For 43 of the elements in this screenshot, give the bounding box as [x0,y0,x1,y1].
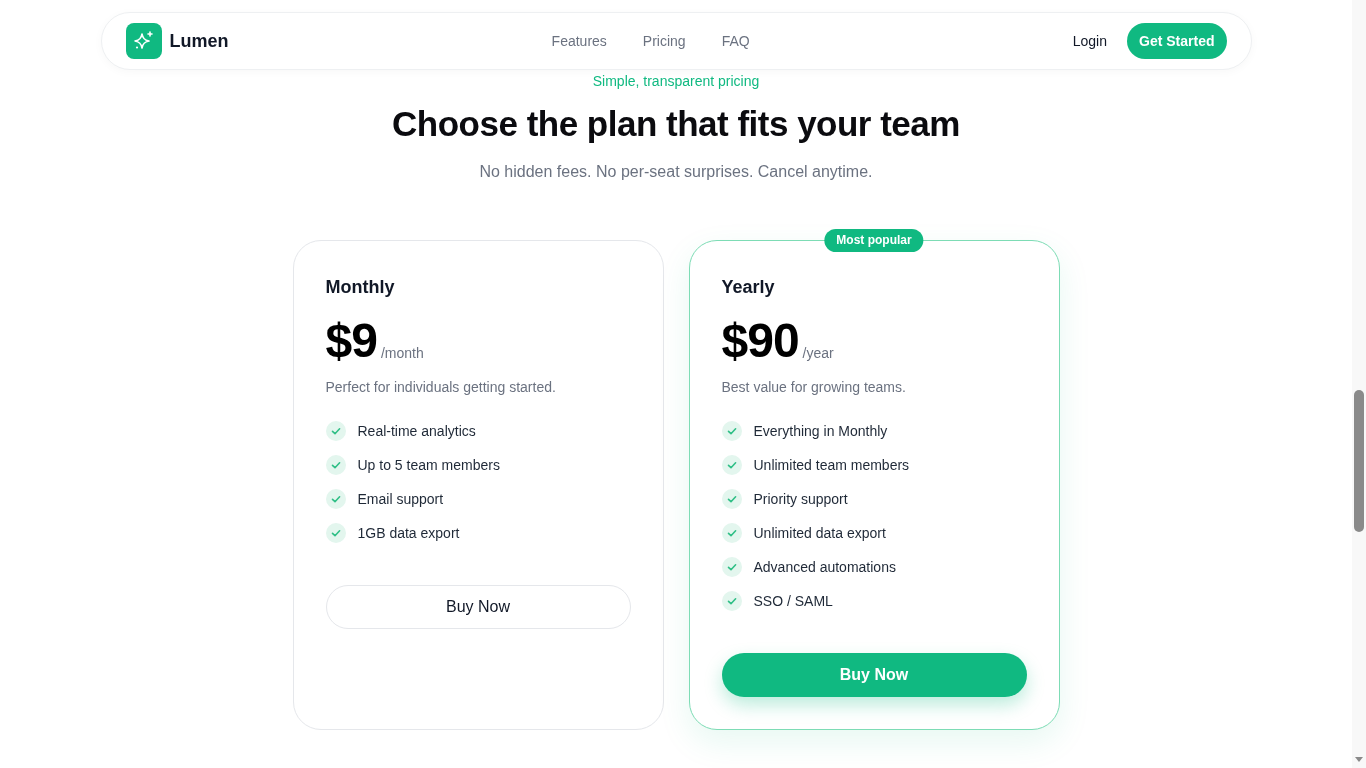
check-icon [325,455,346,475]
pricing-eyebrow: Simple, transparent pricing [592,72,760,91]
most-popular-badge: Most popular [824,229,924,252]
brand-name: Lumen [169,29,229,53]
check-icon [325,523,346,543]
plan-description: Perfect for individuals getting started. [325,378,557,397]
price-period: /year [802,344,834,363]
nav-link[interactable]: Features [551,30,607,52]
feature-text: Everything in Monthly [753,422,888,441]
plan-name: Yearly [721,276,776,299]
scroll-down-icon[interactable] [1355,757,1363,762]
buy-now-button[interactable]: Buy Now [325,585,631,629]
pricing-subtitle: No hidden fees. No per-seat surprises. Cancel anytime. [479,162,873,182]
get-started-button[interactable]: Get Started [1127,23,1227,59]
nav-link[interactable]: Pricing [642,30,686,52]
check-icon [721,489,742,509]
sparkle-icon [125,23,162,59]
buy-now-button[interactable]: Buy Now [721,653,1027,697]
feature-text: Email support [357,490,444,509]
plan-price: $9 [325,317,377,365]
pricing-heading: Choose the plan that fits your team [392,104,960,144]
check-icon [721,557,742,577]
check-icon [325,421,346,441]
scrollbar-thumb[interactable] [1354,390,1364,532]
check-icon [721,523,742,543]
plan-description: Best value for growing teams. [721,378,907,397]
feature-text: Real-time analytics [357,422,476,441]
login-link[interactable]: Login [1072,30,1108,52]
check-icon [721,421,742,441]
feature-text: Up to 5 team members [357,456,500,475]
feature-text: Advanced automations [753,558,896,577]
feature-text: 1GB data export [357,524,460,543]
feature-text: Priority support [753,490,848,509]
plan-price: $90 [721,317,799,365]
nav-link[interactable]: FAQ [721,30,750,52]
check-icon [721,455,742,475]
check-icon [721,591,742,611]
feature-text: Unlimited team members [753,456,910,475]
feature-text: Unlimited data export [753,524,886,543]
price-period: /month [380,344,424,363]
feature-text: SSO / SAML [753,592,833,611]
plan-name: Monthly [325,276,396,299]
check-icon [325,489,346,509]
